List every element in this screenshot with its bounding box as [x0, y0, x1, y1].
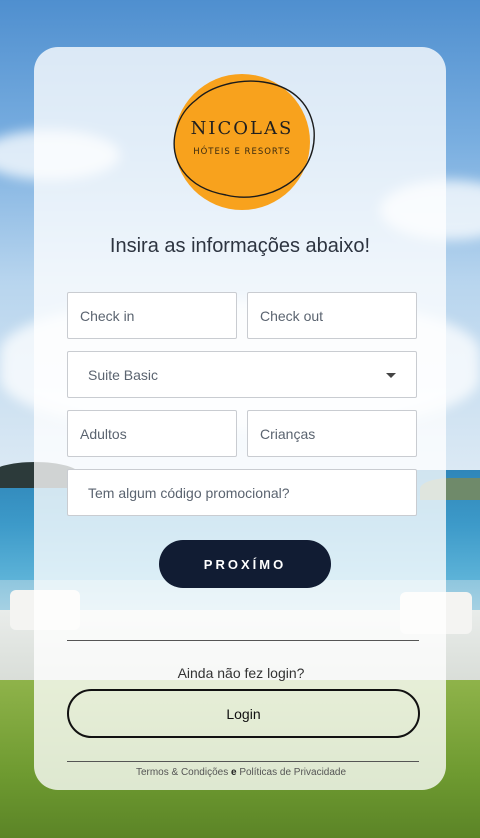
form-heading: Insira as informações abaixo! — [109, 235, 371, 257]
footer-and: e — [230, 767, 237, 778]
adults-placeholder: Adultos — [80, 425, 127, 442]
adults-field[interactable]: Adultos — [67, 410, 237, 457]
chevron-down-icon — [386, 373, 396, 378]
next-button[interactable]: PROXÍMO — [159, 540, 331, 588]
logo-brand-name: NICOLAS — [190, 118, 294, 139]
brand-logo: NICOLAS HÓTEIS E RESORTS — [173, 74, 315, 210]
checkout-placeholder: Check out — [260, 307, 324, 324]
divider — [67, 640, 419, 641]
room-type-value: Suite Basic — [88, 366, 159, 383]
logo-outline — [173, 80, 315, 198]
promo-code-placeholder: Tem algum código promocional? — [88, 484, 290, 501]
checkin-field[interactable]: Check in — [67, 292, 237, 339]
checkin-placeholder: Check in — [80, 307, 135, 324]
checkout-field[interactable]: Check out — [247, 292, 417, 339]
login-button[interactable]: Login — [67, 689, 420, 738]
children-placeholder: Crianças — [260, 425, 316, 442]
divider — [67, 761, 419, 762]
booking-card: NICOLAS HÓTEIS E RESORTS Insira as infor… — [34, 47, 446, 790]
promo-code-field[interactable]: Tem algum código promocional? — [67, 469, 417, 516]
room-type-select[interactable]: Suite Basic — [67, 351, 417, 398]
logo-tagline: HÓTEIS E RESORTS — [193, 147, 291, 157]
children-field[interactable]: Crianças — [247, 410, 417, 457]
privacy-link[interactable]: Políticas de Privacidade — [239, 767, 346, 778]
footer-links: Termos & Condições e Políticas de Privac… — [34, 767, 448, 778]
login-prompt: Ainda não fez login? — [177, 665, 305, 681]
terms-link[interactable]: Termos & Condições — [136, 767, 228, 778]
